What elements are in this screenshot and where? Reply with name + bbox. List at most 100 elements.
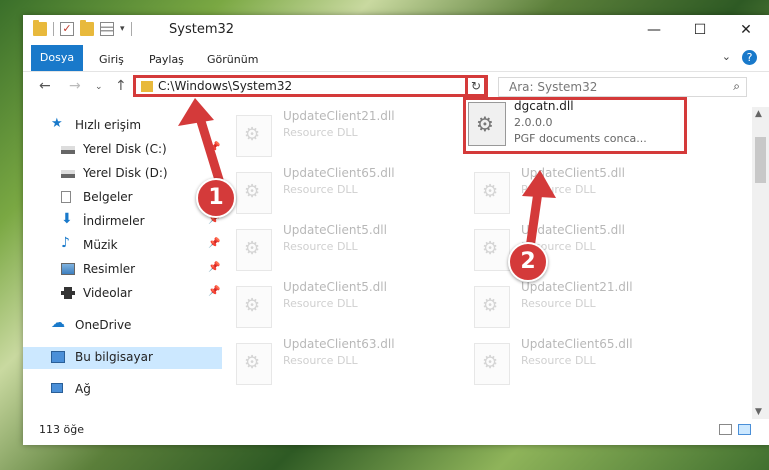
sidebar-item-label: Yerel Disk (D:) xyxy=(83,166,168,180)
file-description: PGF documents conca... xyxy=(514,132,647,145)
view-switcher xyxy=(719,424,751,435)
sidebar-item-downloads[interactable]: ⬇ İndirmeler 📌 xyxy=(23,211,222,233)
search-icon: ⌕ xyxy=(733,79,740,93)
star-icon: ★ xyxy=(51,116,63,131)
scroll-down-icon[interactable]: ▼ xyxy=(755,407,762,417)
vertical-scrollbar[interactable]: ▲ ▼ xyxy=(752,107,769,419)
file-description: Resource DLL xyxy=(521,297,596,310)
tab-paylas[interactable]: Paylaş xyxy=(149,49,184,71)
qat-dropdown-icon[interactable]: ▾ xyxy=(120,24,125,34)
dll-file-icon xyxy=(236,229,272,271)
dll-file-icon xyxy=(474,286,510,328)
address-bar[interactable]: C:\Windows\System32 ⌄ xyxy=(133,75,488,97)
back-arrow-icon[interactable]: ← xyxy=(39,78,51,94)
file-description: Resource DLL xyxy=(521,183,596,196)
sidebar-item-onedrive[interactable]: ☁ OneDrive xyxy=(23,315,222,337)
drive-icon xyxy=(61,146,75,154)
scroll-up-icon[interactable]: ▲ xyxy=(755,109,762,119)
window-controls: — ☐ ✕ xyxy=(631,15,769,45)
search-placeholder: Ara: System32 xyxy=(509,80,598,94)
pin-icon: 📌 xyxy=(208,142,221,153)
list-item[interactable]: UpdateClient65.dll Resource DLL xyxy=(466,335,686,391)
sidebar-item-documents[interactable]: Belgeler xyxy=(23,187,222,209)
forward-arrow-icon[interactable]: → xyxy=(69,78,81,94)
pin-icon: 📌 xyxy=(208,238,221,249)
dll-file-icon xyxy=(468,102,506,146)
file-name: UpdateClient65.dll xyxy=(521,337,633,351)
quick-access-toolbar: ✓ ▾ xyxy=(33,20,132,36)
sidebar-item-local-disk-d[interactable]: Yerel Disk (D:) xyxy=(23,163,222,185)
item-count: 113 öğe xyxy=(39,423,84,436)
sidebar-item-this-pc[interactable]: Bu bilgisayar xyxy=(23,347,222,369)
list-item[interactable]: UpdateClient63.dll Resource DLL xyxy=(228,335,448,391)
file-description: Resource DLL xyxy=(283,297,358,310)
recent-dropdown-icon[interactable]: ⌄ xyxy=(95,82,103,92)
maximize-button[interactable]: ☐ xyxy=(677,15,723,45)
file-description: Resource DLL xyxy=(283,183,358,196)
list-item[interactable]: UpdateClient5.dll Resource DLL xyxy=(228,278,448,334)
sidebar-item-label: OneDrive xyxy=(75,318,132,332)
dll-file-icon xyxy=(474,343,510,385)
file-name: UpdateClient63.dll xyxy=(283,337,395,351)
scroll-thumb[interactable] xyxy=(755,137,766,183)
list-item[interactable]: UpdateClient21.dll Resource DLL xyxy=(466,278,686,334)
sidebar-item-music[interactable]: ♪ Müzik 📌 xyxy=(23,235,222,257)
highlighted-file-dgcatn[interactable]: dgcatn.dll 2.0.0.0 PGF documents conca..… xyxy=(463,97,687,154)
file-name: UpdateClient21.dll xyxy=(283,109,395,123)
file-name: UpdateClient5.dll xyxy=(521,223,625,237)
status-bar: 113 öğe xyxy=(23,419,769,445)
dll-file-icon xyxy=(236,115,272,157)
tab-gorunum[interactable]: Görünüm xyxy=(207,49,258,71)
close-button[interactable]: ✕ xyxy=(723,15,769,45)
details-view-icon[interactable] xyxy=(719,424,732,435)
list-item[interactable]: UpdateClient5.dll Resource DLL xyxy=(466,164,686,220)
network-icon xyxy=(51,383,63,393)
videos-icon xyxy=(61,287,75,299)
properties-check-icon[interactable]: ✓ xyxy=(60,22,74,36)
up-arrow-icon[interactable]: ↑ xyxy=(115,78,127,94)
step-badge-2: 2 xyxy=(508,242,548,282)
file-description: Resource DLL xyxy=(283,126,358,139)
ribbon-tabs: Dosya Giriş Paylaş Görünüm ⌄ ? xyxy=(23,45,769,72)
refresh-button[interactable]: ↻ xyxy=(465,75,487,97)
tab-dosya[interactable]: Dosya xyxy=(31,45,83,71)
customize-icon[interactable] xyxy=(100,22,114,36)
list-item[interactable]: UpdateClient5.dll Resource DLL xyxy=(466,221,686,277)
minimize-button[interactable]: — xyxy=(631,15,677,45)
file-name: UpdateClient5.dll xyxy=(283,280,387,294)
list-item[interactable]: UpdateClient65.dll Resource DLL xyxy=(228,164,448,220)
help-icon[interactable]: ? xyxy=(742,50,757,65)
sidebar-item-label: İndirmeler xyxy=(83,214,145,228)
sidebar-item-network[interactable]: Ağ xyxy=(23,379,222,401)
sidebar-item-label: Belgeler xyxy=(83,190,133,204)
file-name: dgcatn.dll xyxy=(514,99,574,113)
file-description: Resource DLL xyxy=(283,354,358,367)
list-item[interactable]: UpdateClient21.dll Resource DLL xyxy=(228,107,448,163)
list-item[interactable]: UpdateClient5.dll Resource DLL xyxy=(228,221,448,277)
sidebar-item-label: Müzik xyxy=(83,238,118,252)
separator xyxy=(53,22,54,36)
search-input[interactable]: Ara: System32 ⌕ xyxy=(498,77,747,97)
pin-icon: 📌 xyxy=(208,262,221,273)
dll-file-icon xyxy=(474,229,510,271)
sidebar-item-label: Hızlı erişim xyxy=(75,118,142,132)
sidebar-item-label: Resimler xyxy=(83,262,136,276)
drive-icon xyxy=(61,170,75,178)
sidebar-item-quick-access[interactable]: ★ Hızlı erişim xyxy=(23,115,222,137)
ribbon-expand-icon[interactable]: ⌄ xyxy=(722,50,731,63)
sidebar-item-local-disk-c[interactable]: Yerel Disk (C:) 📌 xyxy=(23,139,222,161)
tiles-view-icon[interactable] xyxy=(738,424,751,435)
dll-file-icon xyxy=(236,172,272,214)
computer-icon xyxy=(51,351,65,363)
sidebar-item-videos[interactable]: Videolar 📌 xyxy=(23,283,222,305)
separator xyxy=(130,22,132,36)
folder-icon xyxy=(141,81,153,92)
new-folder-icon[interactable] xyxy=(80,20,94,36)
music-icon: ♪ xyxy=(61,235,70,251)
cloud-icon: ☁ xyxy=(51,315,65,331)
tab-giris[interactable]: Giriş xyxy=(99,49,124,71)
sidebar-item-label: Videolar xyxy=(83,286,133,300)
explorer-window: ✓ ▾ System32 — ☐ ✕ Dosya Giriş Paylaş Gö… xyxy=(23,15,769,445)
sidebar-item-pictures[interactable]: Resimler 📌 xyxy=(23,259,222,281)
file-name: UpdateClient5.dll xyxy=(283,223,387,237)
